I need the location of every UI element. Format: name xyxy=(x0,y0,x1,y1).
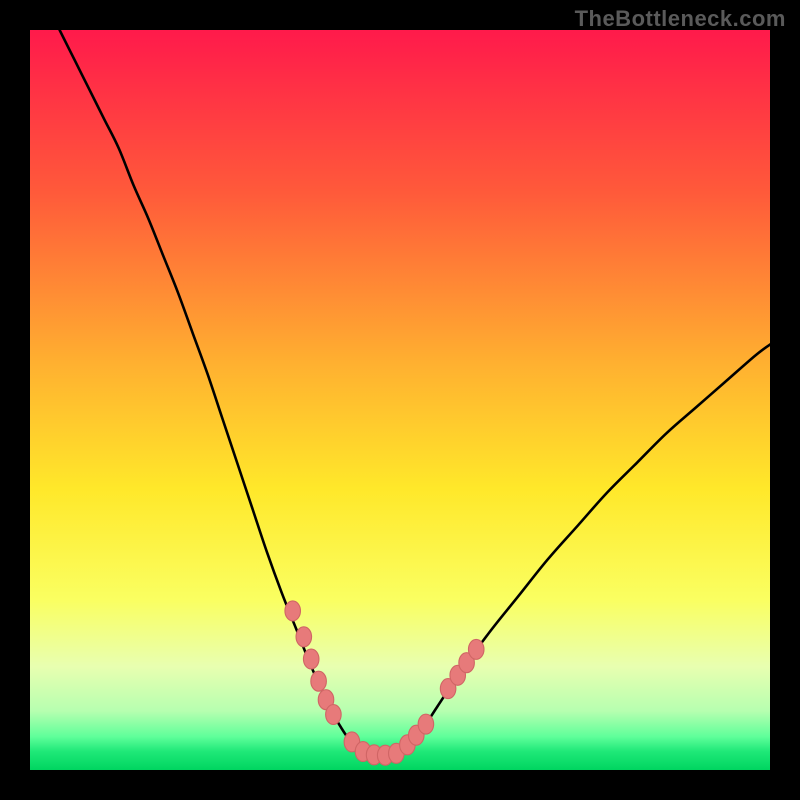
marker-point xyxy=(418,714,434,734)
curve-layer xyxy=(30,30,770,770)
plot-area xyxy=(30,30,770,770)
marker-point xyxy=(326,705,342,725)
chart-frame: TheBottleneck.com xyxy=(0,0,800,800)
marker-point xyxy=(296,627,312,647)
bottleneck-curve xyxy=(60,30,770,755)
marker-point xyxy=(311,671,327,691)
marker-point xyxy=(303,649,319,669)
marker-point xyxy=(285,601,301,621)
highlighted-markers xyxy=(285,601,484,765)
marker-point xyxy=(468,639,484,659)
watermark-text: TheBottleneck.com xyxy=(575,6,786,32)
